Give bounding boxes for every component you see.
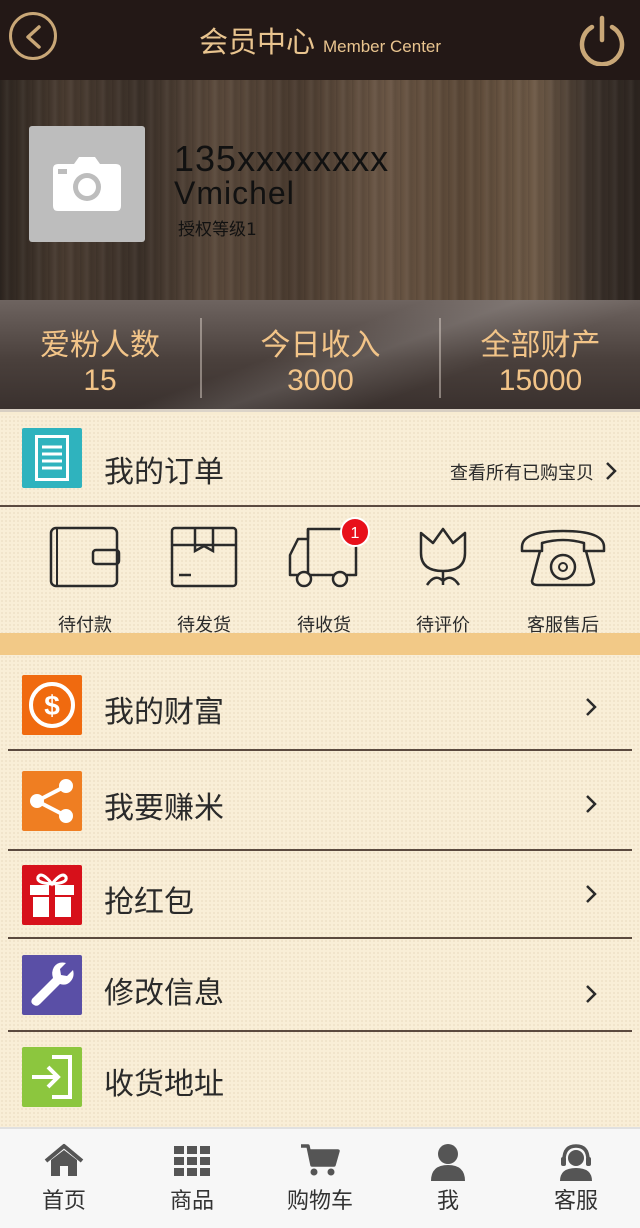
order-pending-payment[interactable]: 待付款	[30, 525, 140, 636]
nav-label: 购物车	[286, 1189, 353, 1214]
chevron-right-icon	[586, 885, 597, 903]
nav-support[interactable]: 客服	[512, 1129, 640, 1228]
menu-item-red-packet[interactable]: 抢红包	[8, 851, 632, 939]
stat-label: 全部财产	[480, 328, 601, 363]
orders-section: 我的订单 查看所有已购宝贝 待付款 待发货 待收货 待评价 客服售后	[0, 415, 640, 636]
menu-label: 修改信息	[104, 976, 224, 1011]
chevron-right-icon	[606, 462, 617, 480]
nav-products[interactable]: 商品	[128, 1129, 256, 1228]
power-icon	[579, 15, 625, 67]
nav-cart[interactable]: 购物车	[256, 1129, 384, 1228]
orders-header[interactable]: 我的订单 查看所有已购宝贝	[0, 415, 640, 507]
menu-item-edit-info[interactable]: 修改信息	[8, 939, 632, 1032]
home-icon	[44, 1144, 84, 1176]
tulip-icon	[419, 527, 467, 586]
stat-total-assets[interactable]: 全部财产 15000	[441, 300, 640, 412]
stat-today-income[interactable]: 今日收入 3000	[202, 300, 439, 412]
menu-list: $ 我的财富 我要赚米 抢红包 修改信息 收货地址	[0, 655, 640, 1127]
document-icon	[22, 428, 82, 488]
wallet-icon	[49, 526, 121, 588]
top-bar: 会员中心 Member Center	[0, 0, 640, 80]
dollar-icon: $	[22, 675, 82, 735]
menu-label: 抢红包	[104, 885, 194, 920]
nav-label: 首页	[41, 1189, 86, 1214]
stat-label: 今日收入	[260, 328, 381, 363]
nav-label: 客服	[553, 1189, 598, 1214]
order-pending-shipment[interactable]: 待发货	[149, 525, 259, 636]
wrench-icon	[22, 955, 82, 1015]
support-icon	[560, 1144, 592, 1181]
avatar[interactable]	[29, 126, 145, 242]
share-icon	[22, 771, 82, 831]
menu-item-wealth[interactable]: $ 我的财富	[8, 655, 632, 751]
menu-label: 收货地址	[104, 1067, 224, 1102]
bottom-nav: 首页 商品 购物车 我 客服	[0, 1127, 640, 1228]
nav-label: 商品	[169, 1189, 214, 1214]
order-after-sales[interactable]: 客服售后	[508, 525, 618, 636]
nav-me[interactable]: 我	[384, 1129, 512, 1228]
chevron-right-icon	[586, 698, 597, 716]
orders-title: 我的订单	[104, 455, 224, 490]
nav-home[interactable]: 首页	[0, 1129, 128, 1228]
telephone-icon	[520, 529, 606, 587]
camera-icon	[53, 157, 121, 211]
menu-label: 我的财富	[104, 695, 224, 730]
menu-label: 我要赚米	[104, 791, 224, 826]
gift-icon	[22, 865, 82, 925]
nav-label: 我	[436, 1189, 459, 1214]
stat-value: 15000	[498, 364, 583, 397]
profile-banner: 135xxxxxxxx Vmichel 授权等级1	[0, 80, 640, 300]
title-text: 会员中心	[198, 25, 315, 59]
section-separator	[0, 633, 640, 655]
title-subtitle: Member Center	[322, 37, 442, 56]
stat-label: 爱粉人数	[40, 328, 160, 363]
package-icon	[170, 526, 238, 588]
menu-item-earn[interactable]: 我要赚米	[8, 751, 632, 851]
user-name: Vmichel	[174, 175, 295, 211]
notification-badge: 1	[340, 517, 370, 547]
order-pending-review[interactable]: 待评价	[388, 525, 498, 636]
stat-value: 3000	[287, 364, 354, 397]
page-title: 会员中心 Member Center	[0, 0, 640, 80]
user-level: 授权等级1	[178, 220, 257, 240]
power-button[interactable]	[577, 14, 627, 67]
menu-item-address[interactable]: 收货地址	[8, 1032, 632, 1127]
sign-in-icon	[22, 1047, 82, 1107]
view-all-orders-link[interactable]: 查看所有已购宝贝	[450, 459, 594, 485]
user-icon	[431, 1144, 465, 1181]
stats-bar: 爱粉人数 15 今日收入 3000 全部财产 15000	[0, 300, 640, 412]
stat-fans[interactable]: 爱粉人数 15	[0, 300, 200, 412]
user-phone: 135xxxxxxxx	[174, 138, 390, 179]
svg-text:$: $	[44, 690, 60, 721]
stat-value: 15	[83, 364, 117, 397]
cart-icon	[301, 1144, 340, 1176]
chevron-right-icon	[586, 795, 597, 813]
chevron-right-icon	[586, 985, 597, 1003]
grid-icon	[174, 1146, 210, 1176]
